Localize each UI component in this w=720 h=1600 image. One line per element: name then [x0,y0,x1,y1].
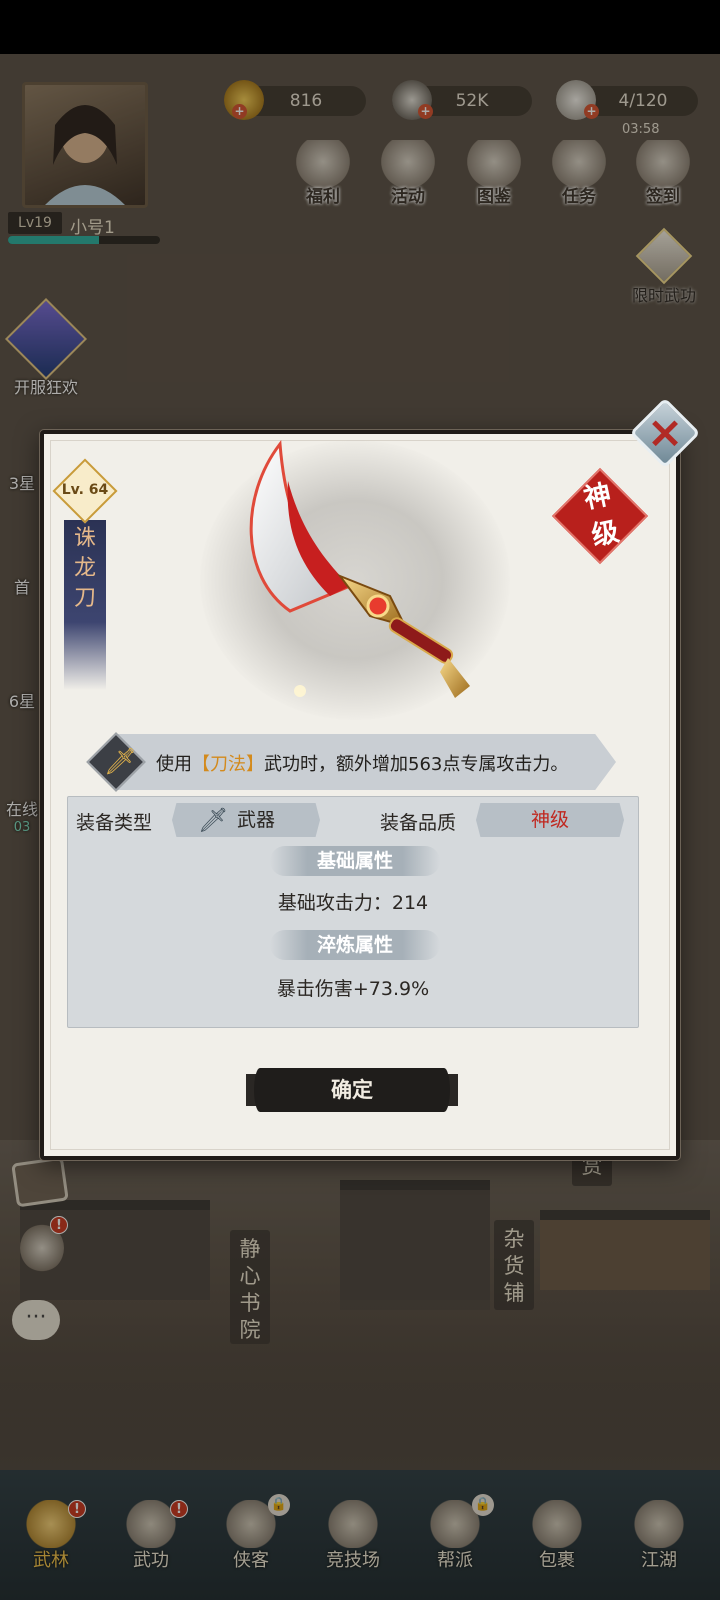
equip-type-value-box: 武器 [172,803,320,837]
saber-icon [249,439,470,698]
status-bar [0,0,720,54]
skill-highlight: 【刀法】 [192,754,264,775]
confirm-button[interactable]: 确定 [254,1068,450,1112]
equip-quality-value: 神级 [530,809,569,831]
skill-bonus-text: 使用【刀法】武功时，额外增加563点专属攻击力。 [156,750,606,776]
base-attack-stat: 基础攻击力：214 [277,892,429,914]
dagger-icon: 🗡 [104,747,138,777]
crit-damage-stat: 暴击伤害+73.9% [276,978,430,1000]
equip-type-label: 装备类型 [76,812,153,834]
sword-icon: 🗡 [198,806,229,834]
item-name-text: 诛龙刀 [73,526,96,611]
skill-suffix: 武功时，额外增加563点专属攻击力。 [264,754,569,775]
item-name: 诛龙刀 [64,524,106,614]
equip-quality-label: 装备品质 [380,812,457,834]
equip-quality-value-box: 神级 [476,803,624,837]
item-level: Lv. 64 [61,482,109,498]
quality-stamp-label: 神级 [581,479,622,553]
close-icon[interactable]: × [645,406,685,460]
refine-attributes-title: 淬炼属性 [270,930,440,960]
skill-prefix: 使用 [156,754,192,775]
base-attributes-title: 基础属性 [270,846,440,876]
